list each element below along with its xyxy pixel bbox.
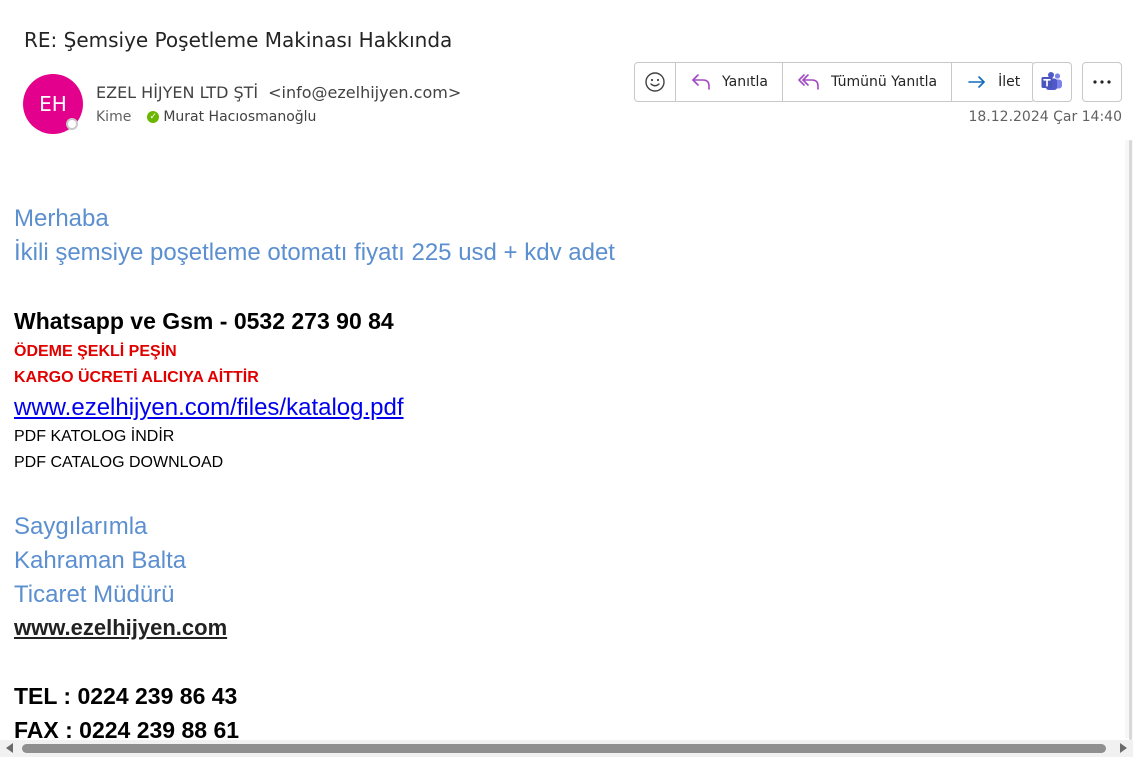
cargo-line: KARGO ÜCRETİ ALICIYA AİTTİR [14, 369, 259, 386]
email-subject: RE: Şemsiye Poşetleme Makinası Hakkında [24, 28, 453, 52]
greeting: Merhaba [14, 205, 109, 232]
website-link[interactable]: www.ezelhijyen.com [14, 615, 227, 641]
regards: Saygılarımla [14, 513, 148, 540]
pdf-download-en: PDF CATALOG DOWNLOAD [14, 454, 224, 471]
forward-label: İlet [998, 74, 1021, 90]
reply-button[interactable]: Yanıtla [676, 63, 783, 101]
teams-icon [1041, 72, 1062, 90]
recipient-name[interactable]: Murat Hacıosmanoğlu [163, 109, 316, 125]
signature-name: Kahraman Balta [14, 547, 187, 574]
scroll-left-arrow-icon[interactable] [6, 743, 13, 753]
pdf-download-tr: PDF KATOLOG İNDİR [14, 428, 175, 445]
reply-label: Yanıtla [722, 74, 768, 90]
horizontal-scrollbar-thumb[interactable] [22, 744, 1106, 753]
vertical-scrollbar[interactable] [1125, 140, 1133, 740]
more-icon [1093, 80, 1111, 84]
recipient-line: Kime ✓ Murat Hacıosmanoğlu [96, 109, 316, 125]
avatar-initials: EH [39, 92, 67, 116]
to-label: Kime [96, 109, 132, 125]
whatsapp-line: Whatsapp ve Gsm - 0532 273 90 84 [14, 308, 394, 334]
forward-button[interactable]: İlet [952, 63, 1034, 101]
horizontal-scrollbar[interactable] [0, 740, 1133, 757]
sender-line: EZEL HİJYEN LTD ŞTİ <info@ezelhijyen.com> [96, 83, 461, 102]
scroll-right-arrow-icon[interactable] [1120, 743, 1127, 753]
presence-status-icon [66, 118, 78, 130]
reply-icon [692, 74, 710, 90]
forward-icon [968, 76, 985, 88]
message-actions-toolbar: Yanıtla Tümünü Yanıtla İlet [634, 62, 1036, 102]
vertical-scrollbar-thumb[interactable] [1129, 140, 1132, 740]
reply-all-icon [798, 74, 819, 90]
smiley-icon [645, 72, 665, 92]
signature-title: Ticaret Müdürü [14, 581, 175, 608]
teams-chat-button[interactable] [1032, 62, 1072, 102]
sender-email[interactable]: <info@ezelhijyen.com> [268, 83, 461, 102]
catalog-link[interactable]: www.ezelhijyen.com/files/katalog.pdf [14, 394, 404, 422]
price-line: İkili şemsiye poşetleme otomatı fiyatı 2… [14, 239, 615, 266]
emoji-reaction-button[interactable] [635, 63, 676, 101]
sender-name[interactable]: EZEL HİJYEN LTD ŞTİ [96, 83, 258, 102]
payment-line: ÖDEME ŞEKLİ PEŞİN [14, 343, 177, 360]
email-datetime: 18.12.2024 Çar 14:40 [968, 109, 1122, 125]
more-actions-button[interactable] [1082, 62, 1122, 102]
tel-line: TEL : 0224 239 86 43 [14, 683, 238, 709]
reply-all-label: Tümünü Yanıtla [830, 74, 938, 90]
check-icon: ✓ [147, 111, 160, 123]
reply-all-button[interactable]: Tümünü Yanıtla [783, 63, 953, 101]
